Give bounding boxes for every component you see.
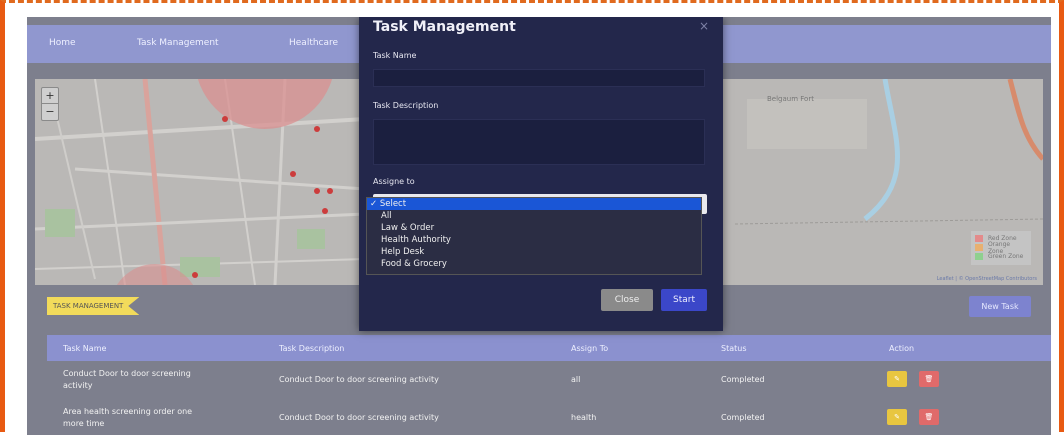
col-assign-to: Assign To <box>571 344 609 353</box>
zoom-control: + − <box>41 87 59 121</box>
new-task-button[interactable]: New Task <box>969 296 1031 317</box>
nav-home[interactable]: Home <box>49 38 76 48</box>
col-task-description: Task Description <box>279 344 345 353</box>
task-name-line1: Area health screening order one <box>63 407 193 416</box>
zone-legend: Red Zone Orange Zone Green Zone <box>971 231 1031 265</box>
option-food-grocery[interactable]: Food & Grocery <box>367 258 701 270</box>
task-name-line1: Conduct Door to door screening <box>63 369 191 378</box>
nav-healthcare[interactable]: Healthcare <box>289 38 338 48</box>
start-button[interactable]: Start <box>661 289 707 311</box>
task-status: Completed <box>721 413 765 422</box>
task-description-textarea[interactable] <box>373 119 705 165</box>
map-place-label: Belgaum Fort <box>767 95 814 103</box>
close-icon[interactable]: × <box>699 19 709 33</box>
col-status: Status <box>721 344 747 353</box>
col-task-name: Task Name <box>63 344 107 353</box>
edit-icon[interactable]: ✎ <box>887 409 907 425</box>
col-action: Action <box>889 344 915 353</box>
task-description: Conduct Door to door screening activity <box>279 375 439 384</box>
task-status: Completed <box>721 375 765 384</box>
close-button[interactable]: Close <box>601 289 653 311</box>
table-row: Conduct Door to door screening activity … <box>47 365 1051 401</box>
option-law-order[interactable]: Law & Order <box>367 222 701 234</box>
map-attribution[interactable]: Leaflet | © OpenStreetMap Contributors <box>937 276 1037 282</box>
option-select[interactable]: ✓ Select <box>367 198 701 210</box>
edit-icon[interactable]: ✎ <box>887 371 907 387</box>
nav-task-management[interactable]: Task Management <box>137 38 219 48</box>
delete-icon[interactable]: 🗑 <box>919 371 939 387</box>
legend-orange: Orange Zone <box>975 241 1027 255</box>
task-management-modal: Task Management × Task Name Task Descrip… <box>359 17 723 331</box>
task-name-input[interactable] <box>373 69 705 87</box>
option-health-authority[interactable]: Health Authority <box>367 234 701 246</box>
zoom-out-button[interactable]: − <box>42 104 58 120</box>
task-assign: health <box>571 413 597 422</box>
zoom-in-button[interactable]: + <box>42 88 58 104</box>
task-description: Conduct Door to door screening activity <box>279 413 439 422</box>
modal-title: Task Management <box>373 19 516 35</box>
assign-to-label: Assigne to <box>373 177 415 186</box>
task-name-line2: more time <box>63 419 105 428</box>
task-management-tag: TASK MANAGEMENT <box>47 297 140 315</box>
task-description-label: Task Description <box>373 101 439 110</box>
app-window: Home Task Management Healthcare + − Belg… <box>27 17 1051 435</box>
legend-green: Green Zone <box>975 252 1027 261</box>
task-assign: all <box>571 375 581 384</box>
assign-to-dropdown[interactable]: ✓ Select All Law & Order Health Authorit… <box>366 197 702 275</box>
delete-icon[interactable]: 🗑 <box>919 409 939 425</box>
table-row: Area health screening order one more tim… <box>47 403 1051 435</box>
option-all[interactable]: All <box>367 210 701 222</box>
screenshot-frame: Home Task Management Healthcare + − Belg… <box>0 0 1064 435</box>
task-table-header: Task Name Task Description Assign To Sta… <box>47 335 1051 361</box>
option-help-desk[interactable]: Help Desk <box>367 246 701 258</box>
task-name-label: Task Name <box>373 51 417 60</box>
task-name-line2: activity <box>63 381 93 390</box>
